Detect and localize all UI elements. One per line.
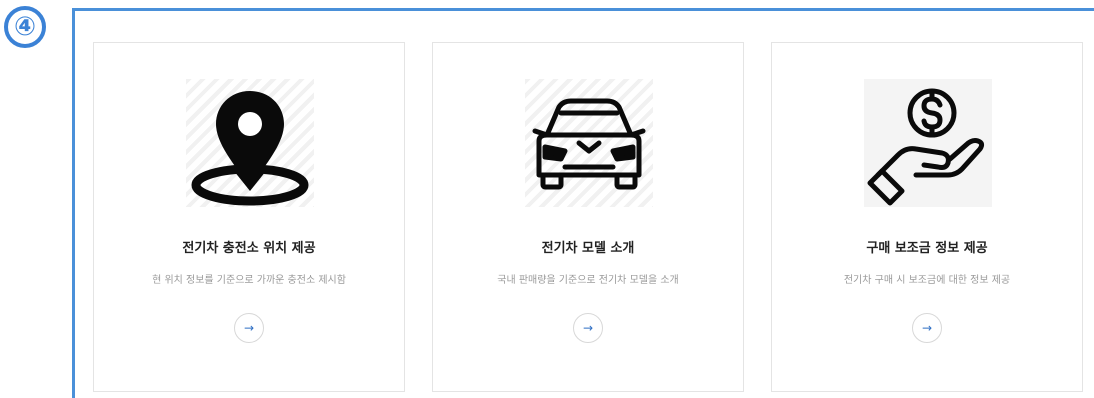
- card-description: 전기차 구매 시 보조금에 대한 정보 제공: [843, 275, 1011, 286]
- card-more-button[interactable]: →: [912, 313, 942, 343]
- card-description: 현 위치 정보를 기준으로 가까운 충전소 제시함: [152, 275, 346, 286]
- feature-card-subsidy: 구매 보조금 정보 제공 전기차 구매 시 보조금에 대한 정보 제공 →: [771, 42, 1083, 392]
- card-title: 구매 보조금 정보 제공: [866, 241, 988, 256]
- card-title: 전기차 충전소 위치 제공: [182, 241, 316, 256]
- feature-card-charging-station: 전기차 충전소 위치 제공 현 위치 정보를 기준으로 가까운 충전소 제시함 …: [93, 42, 405, 392]
- step-number-badge: ④: [4, 6, 46, 48]
- car-icon: [525, 79, 653, 207]
- card-title: 전기차 모델 소개: [541, 241, 635, 256]
- card-more-button[interactable]: →: [234, 313, 264, 343]
- card-more-button[interactable]: →: [573, 313, 603, 343]
- map-pin-icon: [186, 79, 314, 207]
- card-description: 국내 판매량을 기준으로 전기차 모델을 소개: [497, 275, 679, 286]
- money-hand-icon: [864, 79, 992, 207]
- feature-card-ev-models: 전기차 모델 소개 국내 판매량을 기준으로 전기차 모델을 소개 →: [432, 42, 744, 392]
